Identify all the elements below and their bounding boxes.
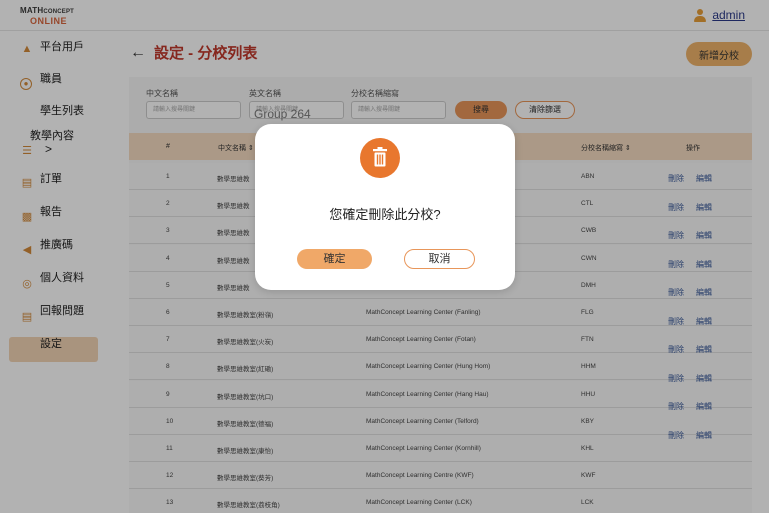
trash-icon <box>360 138 400 178</box>
confirm-button[interactable]: 確定 <box>297 249 372 269</box>
cancel-button[interactable]: 取消 <box>404 249 475 269</box>
dialog-message: 您確定刪除此分校? <box>329 207 441 222</box>
group-label: Group 264 <box>254 107 311 121</box>
delete-confirm-dialog: 您確定刪除此分校? 確定 取消 <box>255 124 515 290</box>
